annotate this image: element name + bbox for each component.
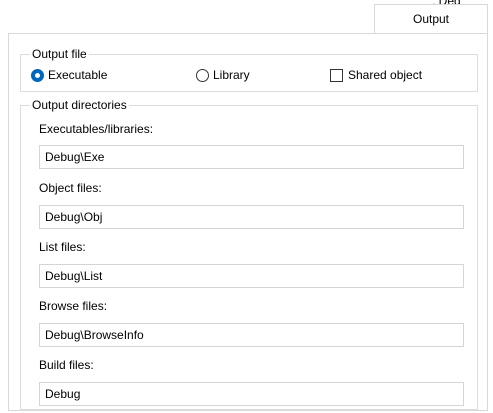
tab-output[interactable]: Output [374, 4, 488, 34]
shared-object-label: Shared object [348, 68, 423, 82]
tab-strip: , Deg Output [0, 0, 493, 34]
shared-object-checkbox[interactable]: Shared object [330, 68, 422, 82]
build-files-label: Build files: [39, 358, 94, 372]
checkbox-unchecked-icon [330, 68, 343, 82]
browse-files-field[interactable]: Debug\BrowseInfo [39, 323, 464, 347]
object-files-field[interactable]: Debug\Obj [39, 205, 464, 229]
output-panel: Output file Executable Library Shared ob… [8, 33, 488, 411]
executable-label: Executable [48, 68, 108, 82]
list-files-label: List files: [39, 240, 86, 254]
radio-checked-icon [31, 68, 44, 82]
browse-files-label: Browse files: [39, 299, 108, 313]
output-directories-legend: Output directories [30, 98, 129, 112]
executables-field[interactable]: Debug\Exe [39, 145, 464, 169]
output-file-group: Output file Executable Library Shared ob… [20, 47, 478, 92]
list-files-field[interactable]: Debug\List [39, 264, 464, 288]
build-files-field[interactable]: Debug [39, 382, 464, 406]
output-directories-group: Output directories Executables/libraries… [20, 98, 478, 410]
radio-unchecked-icon [196, 68, 209, 82]
output-file-legend: Output file [30, 47, 89, 61]
executable-radio[interactable]: Executable [31, 68, 107, 82]
object-files-label: Object files: [39, 181, 102, 195]
executables-label: Executables/libraries: [39, 122, 154, 136]
library-radio[interactable]: Library [196, 68, 250, 82]
library-label: Library [213, 68, 250, 82]
